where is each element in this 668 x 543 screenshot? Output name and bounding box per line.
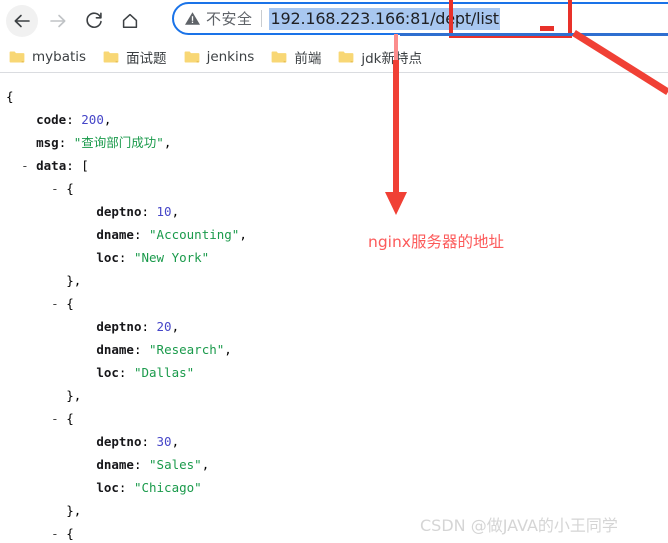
- bookmark-label: mybatis: [32, 49, 87, 65]
- json-key: loc: [96, 365, 119, 380]
- bookmarks-bar: mybatis 面试题 jenkins 前端 jdk新特点: [0, 41, 668, 73]
- json-string-value: "Dallas": [133, 365, 195, 380]
- csdn-watermark: CSDN @做JAVA的小王同学: [420, 516, 618, 535]
- json-key: deptno: [96, 434, 142, 449]
- forward-button[interactable]: [42, 5, 74, 37]
- json-punctuation: ,: [103, 112, 112, 127]
- json-collapse-toggle[interactable]: -: [21, 158, 29, 173]
- json-punctuation: },: [66, 388, 82, 403]
- json-line: code: 200,: [36, 112, 112, 127]
- not-secure-warning-icon[interactable]: [184, 10, 201, 27]
- json-punctuation: {: [66, 411, 74, 426]
- folder-icon: [184, 50, 200, 64]
- arrow-right-icon: [50, 14, 66, 27]
- json-collapse-toggle[interactable]: -: [51, 411, 59, 426]
- json-punctuation: },: [66, 273, 82, 288]
- json-key: deptno: [96, 204, 142, 219]
- json-punctuation: ,: [171, 319, 180, 334]
- json-response-viewer: { code: 200, msg: "查询部门成功", - data: [ - …: [0, 78, 668, 543]
- home-button[interactable]: [114, 5, 146, 37]
- json-collapse-toggle[interactable]: -: [51, 296, 59, 311]
- folder-icon: [338, 50, 354, 64]
- folder-icon: [271, 50, 287, 64]
- json-key: dname: [96, 227, 134, 242]
- reload-button[interactable]: [78, 5, 110, 37]
- json-line: loc: "Chicago": [96, 480, 202, 495]
- address-bar[interactable]: 不安全 192.168.223.166:81/dept/list: [172, 2, 668, 35]
- json-key: loc: [96, 250, 119, 265]
- json-key: deptno: [96, 319, 142, 334]
- json-punctuation: [: [81, 158, 89, 173]
- folder-icon: [9, 50, 25, 64]
- json-line: - data: [: [21, 158, 89, 173]
- json-string-value: "New York": [133, 250, 210, 265]
- json-line: - {: [6, 407, 668, 430]
- bookmark-jenkins[interactable]: jenkins: [184, 49, 255, 65]
- json-line: loc: "Dallas": [96, 365, 195, 380]
- json-line: deptno: 30,: [96, 434, 180, 449]
- json-line: },: [6, 384, 668, 407]
- json-string-value: "Sales": [149, 457, 202, 472]
- arrow-left-icon: [14, 14, 30, 27]
- json-line: dname: "Accounting",: [96, 227, 247, 242]
- bookmark-jdk-new-features[interactable]: jdk新特点: [338, 47, 422, 67]
- omnibox-divider: [260, 10, 262, 27]
- json-punctuation: ,: [239, 227, 247, 242]
- json-line: dname: "Sales",: [96, 457, 210, 472]
- json-number-value: 30: [156, 434, 172, 449]
- json-punctuation: ,: [163, 135, 172, 150]
- json-collapse-toggle[interactable]: -: [51, 181, 59, 196]
- json-punctuation: ,: [171, 434, 180, 449]
- url-input[interactable]: 192.168.223.166:81/dept/list: [268, 7, 500, 30]
- security-status-label: 不安全: [206, 10, 253, 28]
- json-string-value: "Research": [149, 342, 225, 357]
- bookmark-mybatis[interactable]: mybatis: [9, 49, 86, 65]
- bookmark-label: jdk新特点: [361, 51, 422, 67]
- json-punctuation: ,: [201, 457, 210, 472]
- json-line: },: [6, 269, 668, 292]
- json-number-value: 200: [81, 112, 104, 127]
- bookmark-label: 面试题: [126, 51, 167, 67]
- json-collapse-toggle[interactable]: -: [51, 526, 59, 541]
- bookmarks-bar-divider: [0, 72, 668, 73]
- back-button[interactable]: [6, 4, 38, 37]
- json-line: loc: "New York": [96, 250, 210, 265]
- json-key: loc: [96, 480, 119, 495]
- json-line: - {: [6, 292, 668, 315]
- json-line: deptno: 20,: [96, 319, 180, 334]
- json-punctuation: {: [66, 181, 74, 196]
- bookmark-label: jenkins: [206, 49, 255, 65]
- json-string-value: "Accounting": [149, 227, 240, 242]
- json-string-value: "查询部门成功": [73, 135, 164, 150]
- json-punctuation: {: [66, 526, 74, 541]
- json-string-value: "Chicago": [133, 480, 202, 495]
- json-key: dname: [96, 457, 134, 472]
- json-punctuation: {: [6, 89, 14, 104]
- json-line: msg: "查询部门成功",: [36, 135, 172, 150]
- reload-icon: [85, 12, 102, 28]
- json-key: msg: [36, 135, 59, 150]
- json-punctuation: ,: [171, 204, 180, 219]
- json-key: dname: [96, 342, 134, 357]
- home-icon: [122, 13, 138, 28]
- browser-window: 不安全 192.168.223.166:81/dept/list mybatis…: [0, 0, 668, 543]
- folder-icon: [103, 50, 119, 64]
- json-punctuation: {: [66, 296, 74, 311]
- json-punctuation: },: [66, 503, 82, 518]
- json-line: - {: [6, 177, 668, 200]
- json-punctuation: ,: [224, 342, 232, 357]
- json-line: dname: "Research",: [96, 342, 232, 357]
- bookmark-mianshiti[interactable]: 面试题: [103, 47, 167, 67]
- json-number-value: 10: [156, 204, 172, 219]
- bookmark-qianduan[interactable]: 前端: [271, 47, 321, 67]
- json-key: code: [36, 112, 67, 127]
- bookmark-label: 前端: [294, 51, 322, 67]
- json-line: deptno: 10,: [96, 204, 180, 219]
- json-line: {: [6, 85, 668, 108]
- json-key: data: [36, 158, 67, 173]
- json-number-value: 20: [156, 319, 172, 334]
